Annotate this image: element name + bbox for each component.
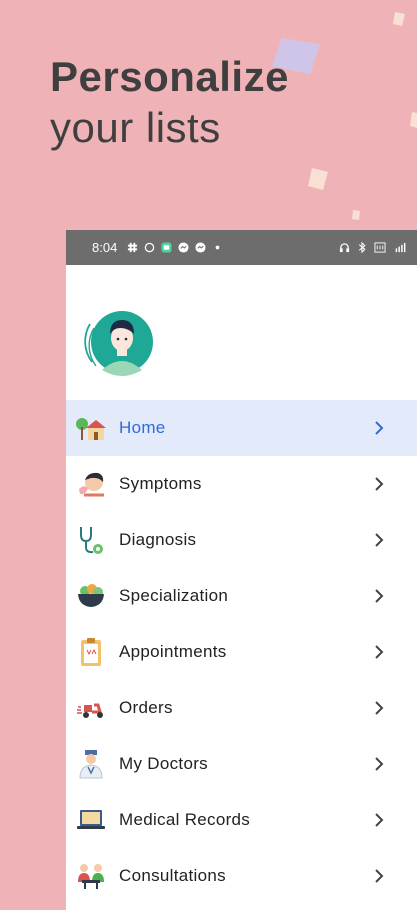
menu-item-home[interactable]: Home <box>66 400 417 456</box>
chevron-right-icon <box>375 757 384 771</box>
slack-icon <box>128 242 138 253</box>
chat-icon <box>161 242 172 253</box>
menu-item-orders[interactable]: Orders <box>66 680 417 736</box>
chevron-right-icon <box>375 421 384 435</box>
menu-item-diagnosis[interactable]: Diagnosis <box>66 512 417 568</box>
doctor-icon <box>76 749 106 779</box>
bowl-icon <box>76 581 106 611</box>
menu-label: Consultations <box>119 866 226 885</box>
menu-label: Home <box>119 418 166 437</box>
messenger-icon <box>178 242 189 253</box>
menu-item-medical-records[interactable]: Medical Records <box>66 792 417 848</box>
menu-label: Appointments <box>119 642 227 661</box>
headset-icon <box>339 243 350 253</box>
bluetooth-icon <box>358 242 366 253</box>
menu-item-symptoms[interactable]: Symptoms <box>66 456 417 512</box>
more-notifications-dot-icon <box>215 245 220 250</box>
whatsapp-icon <box>145 242 155 253</box>
chevron-right-icon <box>375 701 384 715</box>
chevron-right-icon <box>375 477 384 491</box>
menu-label: My Doctors <box>119 754 208 773</box>
menu-label: Medical Records <box>119 810 251 829</box>
clipboard-icon <box>76 637 106 667</box>
chevron-right-icon <box>375 533 384 547</box>
chevron-right-icon <box>375 813 384 827</box>
status-right-icons <box>339 230 417 265</box>
user-avatar-icon <box>84 311 153 376</box>
menu-item-specialization[interactable]: Specialization <box>66 568 417 624</box>
signal-icon <box>395 242 406 253</box>
consultation-icon <box>76 861 106 891</box>
chevron-right-icon <box>375 589 384 603</box>
menu-item-appointments[interactable]: Appointments <box>66 624 417 680</box>
menu-item-my-doctors[interactable]: My Doctors <box>66 736 417 792</box>
chevron-right-icon <box>375 869 384 883</box>
laptop-icon <box>76 805 106 835</box>
phone-screen: 8:04 Home Symptoms Diagnosis Specializat… <box>66 230 417 910</box>
menu-label: Diagnosis <box>119 530 197 549</box>
menu-item-consultations[interactable]: Consultations <box>66 848 417 904</box>
menu-label: Specialization <box>119 586 229 605</box>
volte-icon <box>374 242 386 253</box>
menu-label: Symptoms <box>119 474 202 493</box>
avatar[interactable] <box>82 304 154 376</box>
status-time: 8:04 <box>92 240 118 255</box>
stethoscope-icon <box>76 525 106 555</box>
symptoms-icon <box>76 469 106 499</box>
confetti-decoration <box>272 12 417 220</box>
menu-label: Orders <box>119 698 173 717</box>
delivery-scooter-icon <box>76 693 106 723</box>
chevron-right-icon <box>375 645 384 659</box>
status-bar: 8:04 <box>66 230 417 265</box>
messenger-icon-2 <box>195 242 206 253</box>
home-icon <box>76 413 106 443</box>
notification-icons <box>127 242 223 253</box>
nav-menu: Home Symptoms Diagnosis Specialization A… <box>66 400 417 904</box>
